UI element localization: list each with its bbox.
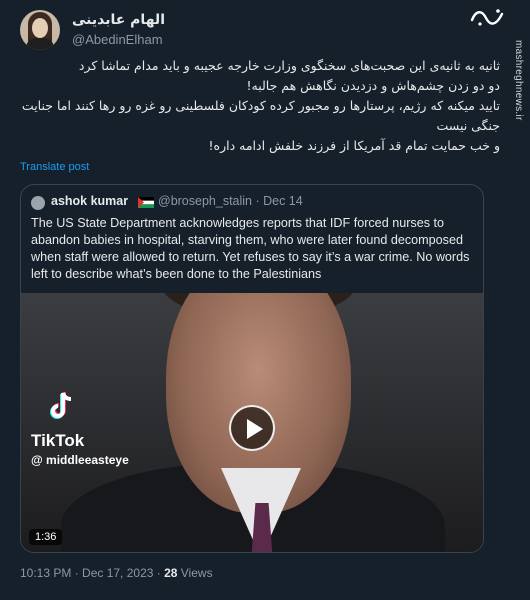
translate-post-link[interactable]: Translate post	[20, 161, 89, 173]
play-button[interactable]	[229, 405, 275, 451]
tweet-body: ثانیه به ثانیه‌ی این صحبت‌های سخنگوی وزا…	[18, 56, 500, 156]
views-count: 28	[164, 566, 178, 580]
author-avatar[interactable]	[20, 10, 60, 50]
quoted-author-handle-date[interactable]: @broseph_stalin · Dec 14	[158, 194, 303, 208]
tiktok-icon	[50, 392, 72, 419]
quoted-author-name[interactable]: ashok kumar	[51, 194, 128, 208]
timestamp[interactable]: 10:13 PM · Dec 17, 2023 ·	[20, 566, 164, 580]
mashregh-logo	[470, 9, 504, 26]
palestine-flag-icon	[138, 197, 154, 208]
quoted-tweet[interactable]: ashok kumar @broseph_stalin · Dec 14 The…	[20, 184, 484, 553]
play-icon	[247, 419, 263, 439]
tweet-line: ثانیه به ثانیه‌ی این صحبت‌های سخنگوی وزا…	[78, 58, 500, 73]
tiktok-wordmark: TikTok	[31, 431, 85, 450]
author-display-name[interactable]: الهام عابدینی	[72, 12, 165, 28]
tweet-line: و خب حمایت تمام قد آمریکا از فرزند خلفش …	[208, 138, 500, 153]
quoted-tweet-text: The US State Department acknowledges rep…	[31, 216, 470, 281]
views-label: Views	[177, 566, 213, 580]
tweet-line: دو دو زدن چشم‌هاش و دزدیدن نگاهش هم جالب…	[246, 78, 500, 93]
video-player[interactable]: TikTok @ middleeasteye 1:36	[21, 293, 483, 552]
quoted-author-avatar[interactable]	[31, 196, 45, 210]
video-duration: 1:36	[29, 529, 63, 545]
tweet-line: تایید میکنه که رژیم، پرستارها رو مجبور ک…	[21, 98, 500, 133]
author-handle[interactable]: @AbedinElham	[72, 32, 163, 47]
tweet-card: الهام عابدینی @AbedinElham mashreghnews.…	[0, 0, 530, 600]
watermark-text: mashreghnews.ir	[513, 40, 524, 121]
tiktok-handle: @ middleeasteye	[31, 453, 129, 467]
tweet-footer: 10:13 PM · Dec 17, 2023 · 28 Views	[20, 566, 213, 580]
